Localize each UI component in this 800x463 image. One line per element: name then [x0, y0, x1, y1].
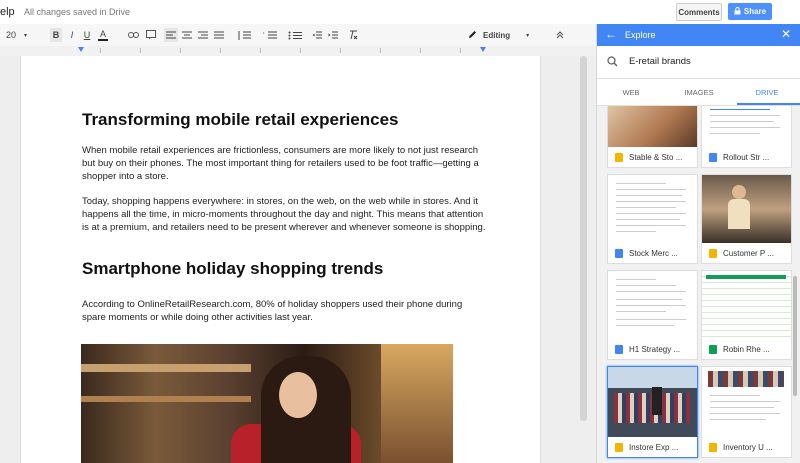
result-title: Inventory U ...	[723, 442, 773, 452]
result-thumbnail	[608, 367, 697, 437]
lock-icon	[734, 6, 741, 17]
share-button[interactable]: Share	[728, 3, 772, 20]
font-size-value: 20	[6, 30, 17, 40]
explore-panel: ← Explore ✕ E-retail brands WEB IMAGES D…	[596, 24, 800, 463]
share-label: Share	[743, 7, 767, 16]
align-left-icon[interactable]	[164, 28, 178, 42]
result-title: H1 Strategy ...	[629, 344, 681, 354]
chevron-down-icon: ▾	[24, 32, 28, 39]
result-thumbnail	[608, 106, 697, 147]
result-title: Stock Merc ...	[629, 248, 678, 258]
save-status: All changes saved in Drive	[24, 7, 131, 17]
result-card[interactable]: Customer P ...	[701, 174, 792, 264]
comment-icon[interactable]	[144, 28, 158, 42]
underline-button[interactable]: U	[81, 28, 93, 42]
result-title: Rollout Str ...	[723, 152, 770, 162]
align-right-icon[interactable]	[196, 28, 210, 42]
docs-icon	[615, 344, 623, 354]
increase-indent-icon[interactable]	[326, 28, 340, 42]
font-size-select[interactable]: 20 ▾	[6, 28, 34, 42]
editing-mode-select[interactable]: Editing ▾	[468, 28, 538, 42]
paragraph-1[interactable]: When mobile retail experiences are frict…	[82, 144, 486, 184]
link-icon[interactable]	[126, 28, 140, 42]
document-canvas: Transforming mobile retail experiences W…	[0, 56, 596, 463]
slides-icon	[709, 248, 717, 258]
search-query[interactable]: E-retail brands	[629, 56, 691, 67]
slides-icon	[615, 152, 623, 162]
result-card[interactable]: Robin Rhe ...	[701, 270, 792, 360]
tab-images[interactable]: IMAGES	[667, 88, 731, 97]
result-title: Instore Exp ...	[629, 442, 679, 452]
decrease-indent-icon[interactable]	[310, 28, 324, 42]
search-icon	[607, 54, 618, 72]
align-center-icon[interactable]	[180, 28, 194, 42]
cursor-pointer	[652, 387, 662, 415]
result-card-selected[interactable]: Instore Exp ...	[607, 366, 698, 458]
clear-formatting-icon[interactable]	[346, 28, 360, 42]
pencil-icon	[468, 30, 477, 41]
align-justify-icon[interactable]	[212, 28, 226, 42]
document-scrollbar[interactable]	[580, 56, 587, 421]
tab-web[interactable]: WEB	[599, 88, 663, 97]
result-card[interactable]: H1 Strategy ...	[607, 270, 698, 360]
explore-scrollbar[interactable]	[793, 276, 797, 396]
heading-transforming[interactable]: Transforming mobile retail experiences	[82, 110, 399, 130]
result-thumbnail	[702, 271, 791, 339]
result-card[interactable]: Stock Merc ...	[607, 174, 698, 264]
explore-search[interactable]: E-retail brands	[597, 46, 800, 79]
right-indent-marker[interactable]	[480, 47, 486, 52]
explore-header: ← Explore ✕	[597, 24, 800, 46]
active-tab-indicator	[737, 103, 800, 105]
paragraph-3[interactable]: According to OnlineRetailResearch.com, 8…	[82, 298, 486, 324]
text-color-swatch	[98, 38, 108, 41]
formatting-toolbar: 20 ▾ B I U A 1 Editing ▾	[0, 24, 596, 47]
result-title: Stable & Sto ...	[629, 152, 683, 162]
result-title: Robin Rhe ...	[723, 344, 770, 354]
sheets-icon	[709, 344, 717, 354]
result-title: Customer P ...	[723, 248, 774, 258]
drive-results-grid: Stable & Sto ... Rollout Str ... Stock M…	[597, 106, 800, 463]
result-thumbnail	[702, 175, 791, 243]
collapse-toolbar-icon[interactable]	[554, 28, 566, 42]
back-arrow-icon[interactable]: ←	[605, 27, 617, 41]
chevron-down-icon: ▾	[526, 32, 530, 39]
result-thumbnail	[702, 367, 791, 437]
close-icon[interactable]: ✕	[781, 27, 791, 41]
bulleted-list-icon[interactable]	[285, 28, 305, 42]
numbered-list-icon[interactable]: 1	[260, 28, 280, 42]
bold-button[interactable]: B	[50, 28, 62, 42]
result-thumbnail	[608, 175, 697, 243]
italic-button[interactable]: I	[66, 28, 78, 42]
result-card[interactable]: Stable & Sto ...	[607, 106, 698, 168]
comments-button[interactable]: Comments	[676, 3, 722, 21]
left-indent-marker[interactable]	[78, 47, 84, 52]
store-photo[interactable]	[81, 344, 453, 463]
result-card[interactable]: Rollout Str ...	[701, 106, 792, 168]
line-spacing-icon[interactable]	[234, 28, 254, 42]
top-bar: elp All changes saved in Drive Comments …	[0, 0, 800, 24]
slides-icon	[615, 442, 623, 452]
svg-text:1: 1	[263, 31, 265, 35]
docs-icon	[709, 152, 717, 162]
text-color-letter: A	[99, 28, 106, 39]
explore-tabs: WEB IMAGES DRIVE	[597, 79, 800, 106]
explore-title: Explore	[625, 30, 656, 40]
heading-smartphone[interactable]: Smartphone holiday shopping trends	[82, 259, 383, 279]
paragraph-2[interactable]: Today, shopping happens everywhere: in s…	[82, 195, 486, 235]
editing-mode-label: Editing	[483, 30, 511, 40]
menu-help[interactable]: elp	[0, 6, 15, 18]
result-thumbnail	[702, 106, 791, 147]
slides-icon	[709, 442, 717, 452]
result-card[interactable]: Inventory U ...	[701, 366, 792, 458]
text-color-button[interactable]: A	[96, 28, 110, 42]
tab-drive[interactable]: DRIVE	[735, 88, 799, 97]
document-page: Transforming mobile retail experiences W…	[20, 56, 541, 463]
result-thumbnail	[608, 271, 697, 339]
docs-icon	[615, 248, 623, 258]
